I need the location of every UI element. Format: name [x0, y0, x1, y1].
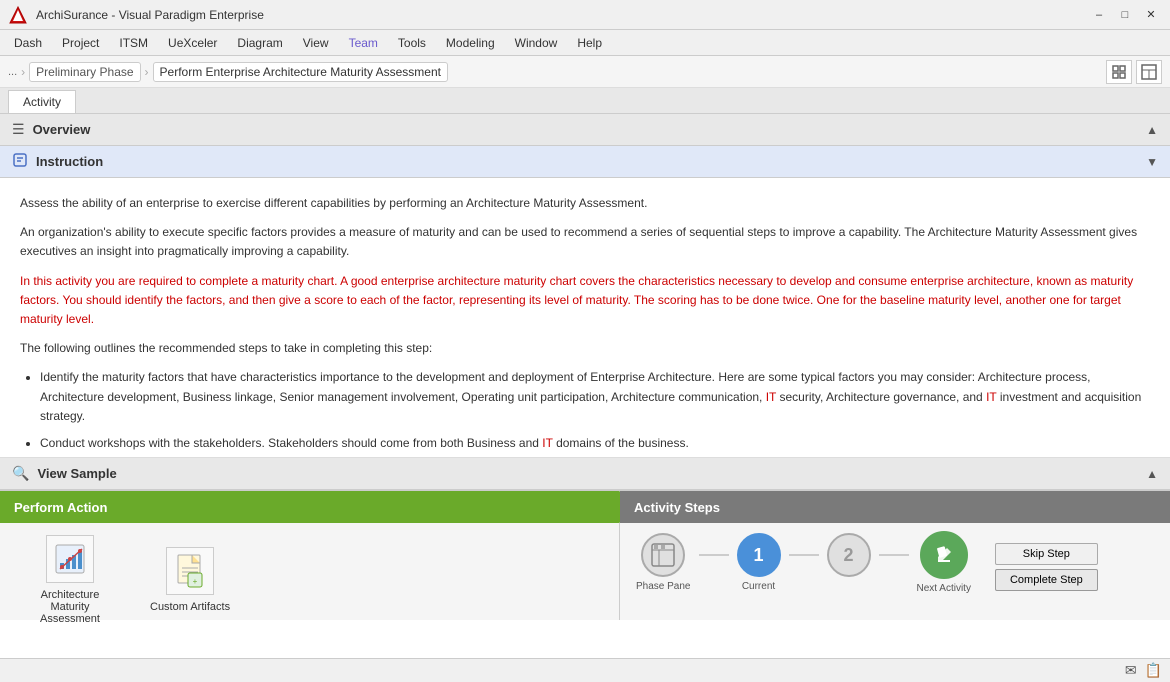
instruction-title: Instruction — [36, 154, 103, 169]
artifact-arch-maturity[interactable]: Architecture Maturity Assessment — [20, 535, 120, 625]
skip-step-button[interactable]: Skip Step — [995, 543, 1098, 565]
statusbar: ✉ 📋 — [0, 658, 1170, 682]
breadcrumb-arrow-1: › — [21, 65, 25, 79]
main-content: ☰ Overview ▲ Instruction ▼ Assess the ab… — [0, 114, 1170, 658]
breadcrumb-grid-icon[interactable] — [1106, 60, 1132, 84]
step-current-circle: 1 — [737, 533, 781, 577]
menu-help[interactable]: Help — [567, 32, 612, 54]
step-next-activity-circle — [920, 531, 968, 579]
view-sample-chevron: ▲ — [1146, 467, 1158, 481]
step-current-number: 1 — [753, 545, 763, 566]
step-next-circle: 2 — [827, 533, 871, 577]
step-phase-pane-circle — [641, 533, 685, 577]
breadcrumb-icons — [1106, 60, 1162, 84]
svg-text:+: + — [193, 577, 198, 586]
app-logo — [8, 5, 28, 25]
tab-activity[interactable]: Activity — [8, 90, 76, 113]
menu-window[interactable]: Window — [505, 32, 568, 54]
menu-view[interactable]: View — [293, 32, 339, 54]
complete-step-button[interactable]: Complete Step — [995, 569, 1098, 591]
arch-maturity-icon — [46, 535, 94, 583]
overview-header[interactable]: ☰ Overview ▲ — [0, 114, 1170, 146]
activity-steps-panel: Activity Steps Phase Pane — [620, 491, 1170, 620]
custom-artifacts-label: Custom Artifacts — [150, 601, 230, 613]
instruction-header[interactable]: Instruction ▼ — [0, 146, 1170, 178]
view-sample-search-icon: 🔍 — [12, 465, 29, 482]
instruction-bullets: Identify the maturity factors that have … — [20, 368, 1150, 453]
overview-title: Overview — [33, 122, 91, 137]
step-connector-1 — [699, 554, 729, 556]
breadcrumb-arrow-2: › — [145, 65, 149, 79]
overview-chevron: ▲ — [1146, 123, 1158, 137]
step-connector-3 — [879, 554, 909, 556]
custom-artifacts-icon: + — [166, 547, 214, 595]
step-current: 1 Current — [737, 533, 781, 592]
breadcrumb-preliminary[interactable]: Preliminary Phase — [29, 62, 140, 82]
step-next-number: 2 — [843, 545, 853, 566]
doc-icon[interactable]: 📋 — [1145, 662, 1162, 679]
step-phase-pane-label: Phase Pane — [636, 581, 691, 592]
maximize-button[interactable]: □ — [1114, 5, 1136, 25]
perform-action-header: Perform Action — [0, 491, 619, 523]
menu-diagram[interactable]: Diagram — [227, 32, 292, 54]
email-icon[interactable]: ✉ — [1125, 662, 1137, 679]
perform-action-title: Perform Action — [14, 500, 107, 515]
menu-modeling[interactable]: Modeling — [436, 32, 505, 54]
menu-project[interactable]: Project — [52, 32, 109, 54]
activity-tab-bar: Activity — [0, 88, 1170, 114]
step-next-label — [847, 581, 850, 592]
instruction-content: Assess the ability of an enterprise to e… — [0, 178, 1170, 458]
titlebar: ArchiSurance - Visual Paradigm Enterpris… — [0, 0, 1170, 30]
overview-menu-icon: ☰ — [12, 121, 25, 138]
close-button[interactable]: ✕ — [1140, 5, 1162, 25]
menu-uexceler[interactable]: UeXceler — [158, 32, 227, 54]
view-sample-title: View Sample — [37, 466, 116, 481]
instruction-para-2: An organization's ability to execute spe… — [20, 223, 1150, 261]
minimize-button[interactable]: – — [1088, 5, 1110, 25]
bottom-panel: Perform Action — [0, 490, 1170, 620]
menu-tools[interactable]: Tools — [388, 32, 436, 54]
instruction-icon — [12, 152, 28, 171]
breadcrumb-layout-icon[interactable] — [1136, 60, 1162, 84]
artifact-custom[interactable]: + Custom Artifacts — [150, 547, 230, 613]
app-title: ArchiSurance - Visual Paradigm Enterpris… — [36, 8, 1088, 22]
activity-steps-header: Activity Steps — [620, 491, 1170, 523]
step-buttons: Skip Step Complete Step — [995, 543, 1098, 591]
instruction-steps-intro: The following outlines the recommended s… — [20, 339, 1150, 358]
step-next-activity: Next Activity — [917, 531, 971, 594]
menubar: Dash Project ITSM UeXceler Diagram View … — [0, 30, 1170, 56]
arch-maturity-label: Architecture Maturity Assessment — [20, 589, 120, 625]
step-next-activity-label: Next Activity — [917, 583, 971, 594]
instruction-para-3-highlight: In this activity you are required to com… — [20, 272, 1150, 330]
instruction-bullet-2: Conduct workshops with the stakeholders.… — [40, 434, 1150, 453]
menu-dash[interactable]: Dash — [4, 32, 52, 54]
instruction-para-1: Assess the ability of an enterprise to e… — [20, 194, 1150, 213]
view-sample-header[interactable]: 🔍 View Sample ▲ — [0, 458, 1170, 490]
menu-itsm[interactable]: ITSM — [109, 32, 158, 54]
activity-steps-content: Phase Pane 1 Current 2 — [620, 523, 1170, 602]
step-connector-2 — [789, 554, 819, 556]
step-phase-pane: Phase Pane — [636, 533, 691, 592]
perform-action-content: Architecture Maturity Assessment — [0, 523, 619, 637]
step-next: 2 — [827, 533, 871, 592]
instruction-bullet-1: Identify the maturity factors that have … — [40, 368, 1150, 426]
instruction-chevron: ▼ — [1146, 155, 1158, 169]
menu-team[interactable]: Team — [339, 32, 388, 54]
breadcrumb: ... › Preliminary Phase › Perform Enterp… — [8, 62, 1106, 82]
breadcrumb-dots[interactable]: ... — [8, 66, 17, 78]
window-controls: – □ ✕ — [1088, 5, 1162, 25]
breadcrumb-bar: ... › Preliminary Phase › Perform Enterp… — [0, 56, 1170, 88]
perform-action-panel: Perform Action — [0, 491, 620, 620]
breadcrumb-current[interactable]: Perform Enterprise Architecture Maturity… — [153, 62, 448, 82]
step-current-label: Current — [742, 581, 775, 592]
activity-steps-title: Activity Steps — [634, 500, 720, 515]
